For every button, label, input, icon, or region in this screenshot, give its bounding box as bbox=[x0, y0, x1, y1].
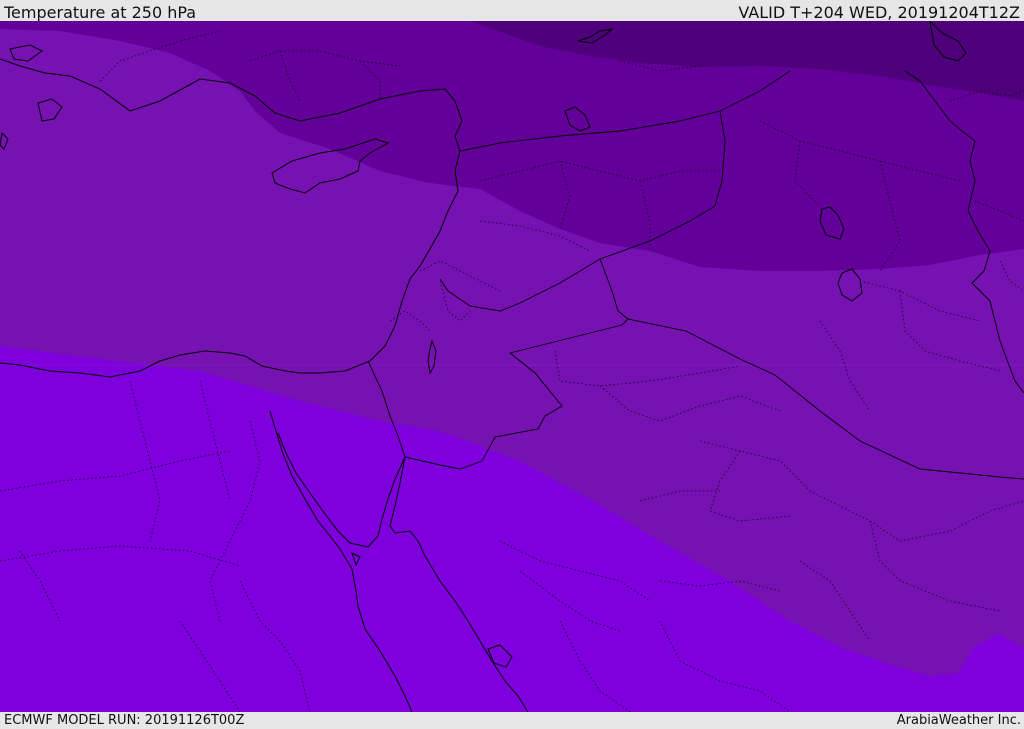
map-title: Temperature at 250 hPa bbox=[4, 3, 197, 22]
valid-time-label: VALID T+204 WED, 20191204T12Z bbox=[738, 3, 1020, 22]
header-bar: Temperature at 250 hPa VALID T+204 WED, … bbox=[0, 0, 1024, 22]
weather-map[interactable] bbox=[0, 21, 1024, 712]
credit-label: ArabiaWeather Inc. bbox=[896, 713, 1021, 728]
footer-bar: ECMWF MODEL RUN: 20191126T00Z ArabiaWeat… bbox=[0, 712, 1024, 729]
model-run-label: ECMWF MODEL RUN: 20191126T00Z bbox=[4, 713, 245, 728]
